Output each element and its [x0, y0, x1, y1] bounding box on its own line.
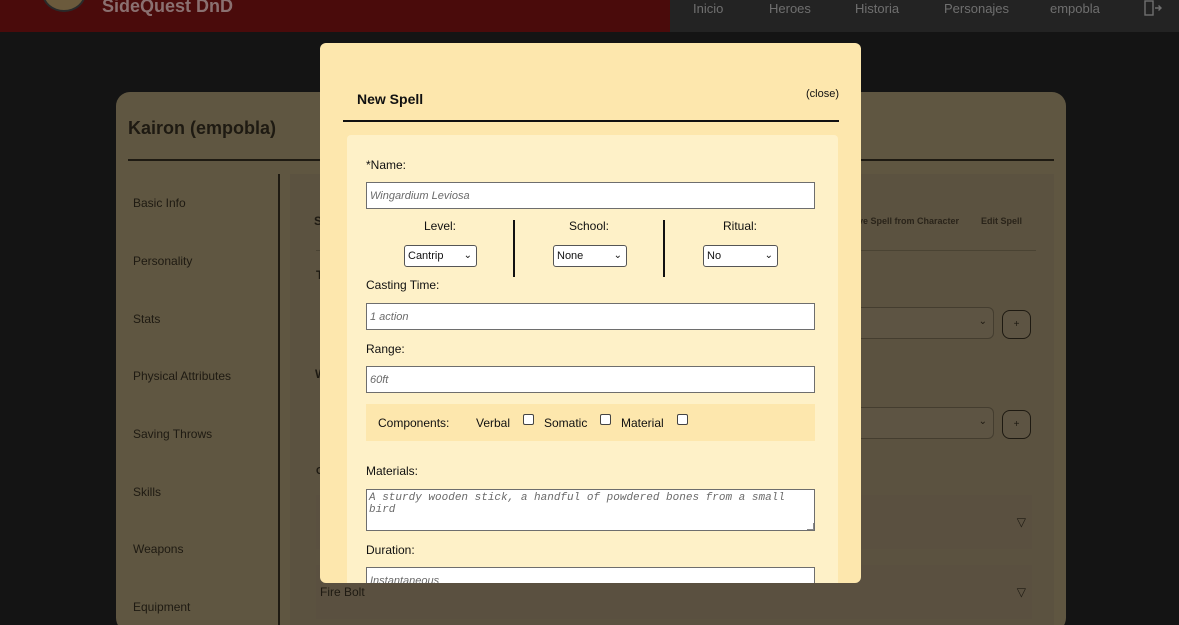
- close-button[interactable]: (close): [806, 88, 839, 100]
- level-label: Level:: [423, 219, 457, 233]
- add-weapon-button[interactable]: +: [1002, 410, 1031, 439]
- column-divider: [663, 220, 665, 277]
- components-group: Components: Verbal Somatic Material: [366, 404, 815, 441]
- casting-time-input[interactable]: [366, 303, 815, 330]
- ritual-select[interactable]: No ⌄: [703, 245, 778, 267]
- app-logo[interactable]: [42, 0, 86, 12]
- spell-name: Fire Bolt: [320, 585, 365, 599]
- school-select[interactable]: None ⌄: [553, 245, 627, 267]
- components-label: Components:: [378, 416, 450, 430]
- somatic-checkbox[interactable]: [600, 414, 611, 425]
- chevron-down-icon: ⌄: [764, 250, 773, 261]
- sidebar-item-physical-attributes[interactable]: Physical Attributes: [133, 369, 231, 383]
- edit-spell-link[interactable]: Edit Spell: [981, 216, 1022, 226]
- ritual-label: Ritual:: [722, 219, 757, 233]
- resize-grip-icon[interactable]: [807, 523, 814, 530]
- sidebar-item-stats[interactable]: Stats: [133, 312, 160, 326]
- expand-triangle-icon[interactable]: ▽: [1017, 585, 1026, 599]
- chevron-down-icon: ⌄: [613, 250, 622, 261]
- nav-heroes[interactable]: Heroes: [769, 1, 811, 16]
- column-divider: [513, 220, 515, 277]
- sidebar-item-basic-info[interactable]: Basic Info: [133, 196, 186, 210]
- sidebar-item-equipment[interactable]: Equipment: [133, 600, 190, 614]
- sidebar-item-weapons[interactable]: Weapons: [133, 542, 183, 556]
- chevron-down-icon: ⌄: [463, 250, 472, 261]
- casting-time-label: Casting Time:: [366, 278, 440, 292]
- chevron-down-icon: ⌄: [978, 316, 987, 327]
- level-select-value: Cantrip: [408, 250, 444, 262]
- logout-icon[interactable]: [1144, 0, 1162, 16]
- level-select[interactable]: Cantrip ⌄: [404, 245, 477, 267]
- range-input[interactable]: [366, 366, 815, 393]
- somatic-label: Somatic: [544, 416, 588, 430]
- school-label: School:: [568, 219, 610, 233]
- expand-triangle-icon[interactable]: ▽: [1017, 515, 1026, 529]
- duration-input[interactable]: [366, 567, 815, 583]
- name-label: *Name:: [366, 158, 407, 172]
- duration-label: Duration:: [366, 543, 415, 557]
- material-label: Material: [621, 416, 664, 430]
- materials-label: Materials:: [366, 464, 419, 478]
- sidebar-item-saving-throws[interactable]: Saving Throws: [133, 427, 212, 441]
- nav-personajes[interactable]: Personajes: [944, 1, 1009, 16]
- character-title: Kairon (empobla): [128, 118, 277, 138]
- school-select-value: None: [557, 250, 584, 262]
- ritual-select-value: No: [707, 250, 722, 262]
- verbal-checkbox[interactable]: [523, 414, 534, 425]
- sidebar-item-personality[interactable]: Personality: [133, 254, 192, 268]
- material-checkbox[interactable]: [677, 414, 688, 425]
- new-spell-modal: New Spell (close) *Name: Level: School: …: [320, 43, 861, 583]
- nav-historia[interactable]: Historia: [855, 1, 899, 16]
- sidebar-divider: [278, 174, 280, 625]
- modal-title: New Spell: [357, 91, 424, 107]
- add-spell-button[interactable]: +: [1002, 310, 1031, 339]
- modal-divider: [343, 120, 839, 122]
- sidebar-item-skills[interactable]: Skills: [133, 485, 161, 499]
- brand-area: SideQuest DnD: [0, 0, 670, 32]
- brand-name[interactable]: SideQuest DnD: [102, 0, 233, 17]
- range-label: Range:: [366, 342, 405, 356]
- verbal-label: Verbal: [476, 416, 511, 430]
- materials-textarea[interactable]: [366, 489, 815, 531]
- remove-spell-link[interactable]: ve Spell from Character: [858, 216, 959, 226]
- nav-user[interactable]: empobla: [1050, 1, 1100, 16]
- nav-inicio[interactable]: Inicio: [693, 1, 723, 16]
- chevron-down-icon: ⌄: [978, 416, 987, 427]
- top-nav-bar: SideQuest DnD Inicio Heroes Historia Per…: [0, 0, 1179, 32]
- name-input[interactable]: [366, 182, 815, 209]
